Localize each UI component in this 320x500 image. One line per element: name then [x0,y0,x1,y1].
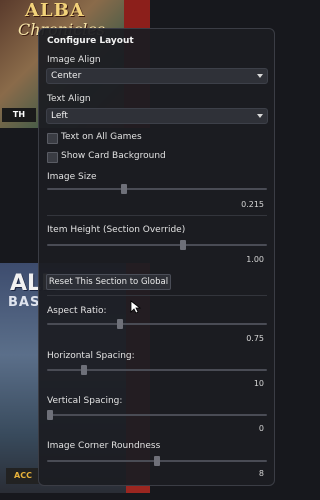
publisher-logo: ACC [6,468,40,484]
vertical-spacing-slider[interactable] [47,410,267,420]
image-align-value: Center [51,71,82,81]
text-on-all-games-checkbox[interactable] [47,133,58,144]
aspect-ratio-label: Aspect Ratio: [47,306,107,316]
section-divider [47,295,267,296]
section-divider [47,215,267,216]
item-height-slider[interactable] [47,240,267,250]
slider-track [47,323,267,325]
panel-title: Configure Layout [47,36,134,46]
slider-track [47,188,267,190]
chevron-down-icon [257,74,263,78]
slider-thumb[interactable] [47,410,53,420]
slider-thumb[interactable] [121,184,127,194]
cover-subtitle-art: BAS [8,295,41,310]
show-card-background-label: Show Card Background [61,151,166,161]
chevron-down-icon [257,114,263,118]
image-size-label: Image Size [47,172,97,182]
text-align-label: Text Align [47,94,91,104]
image-corner-roundness-label: Image Corner Roundness [47,441,161,451]
slider-track [47,244,267,246]
horizontal-spacing-slider[interactable] [47,365,267,375]
item-height-label: Item Height (Section Override) [47,225,186,235]
configure-layout-panel: Configure Layout Image Align Center Text… [38,28,275,486]
reset-section-button[interactable]: Reset This Section to Global [46,274,171,290]
aspect-ratio-value: 0.75 [246,334,264,343]
vertical-spacing-value: 0 [258,424,264,433]
cover-title-art: ALBA [25,0,85,21]
mouse-cursor-icon [130,300,142,314]
slider-track [47,369,267,371]
horizontal-spacing-label: Horizontal Spacing: [47,351,135,361]
vertical-spacing-label: Vertical Spacing: [47,396,123,406]
text-align-value: Left [51,111,68,121]
text-on-all-games-label: Text on All Games [61,132,142,142]
slider-thumb[interactable] [116,319,123,329]
image-corner-roundness-slider[interactable] [47,456,267,466]
show-card-background-checkbox[interactable] [47,152,58,163]
image-corner-roundness-value: 8 [258,469,264,478]
publisher-logo: TH [2,108,36,122]
image-size-value: 0.215 [241,200,264,209]
image-align-label: Image Align [47,55,101,65]
slider-thumb[interactable] [81,365,88,375]
aspect-ratio-slider[interactable] [47,319,267,329]
horizontal-spacing-value: 10 [253,379,264,388]
item-height-value: 1.00 [246,255,264,264]
image-size-slider[interactable] [47,184,267,194]
text-align-dropdown[interactable]: Left [46,108,268,124]
image-align-dropdown[interactable]: Center [46,68,268,84]
slider-thumb[interactable] [180,240,187,250]
slider-thumb[interactable] [154,456,160,466]
slider-track [47,414,267,416]
